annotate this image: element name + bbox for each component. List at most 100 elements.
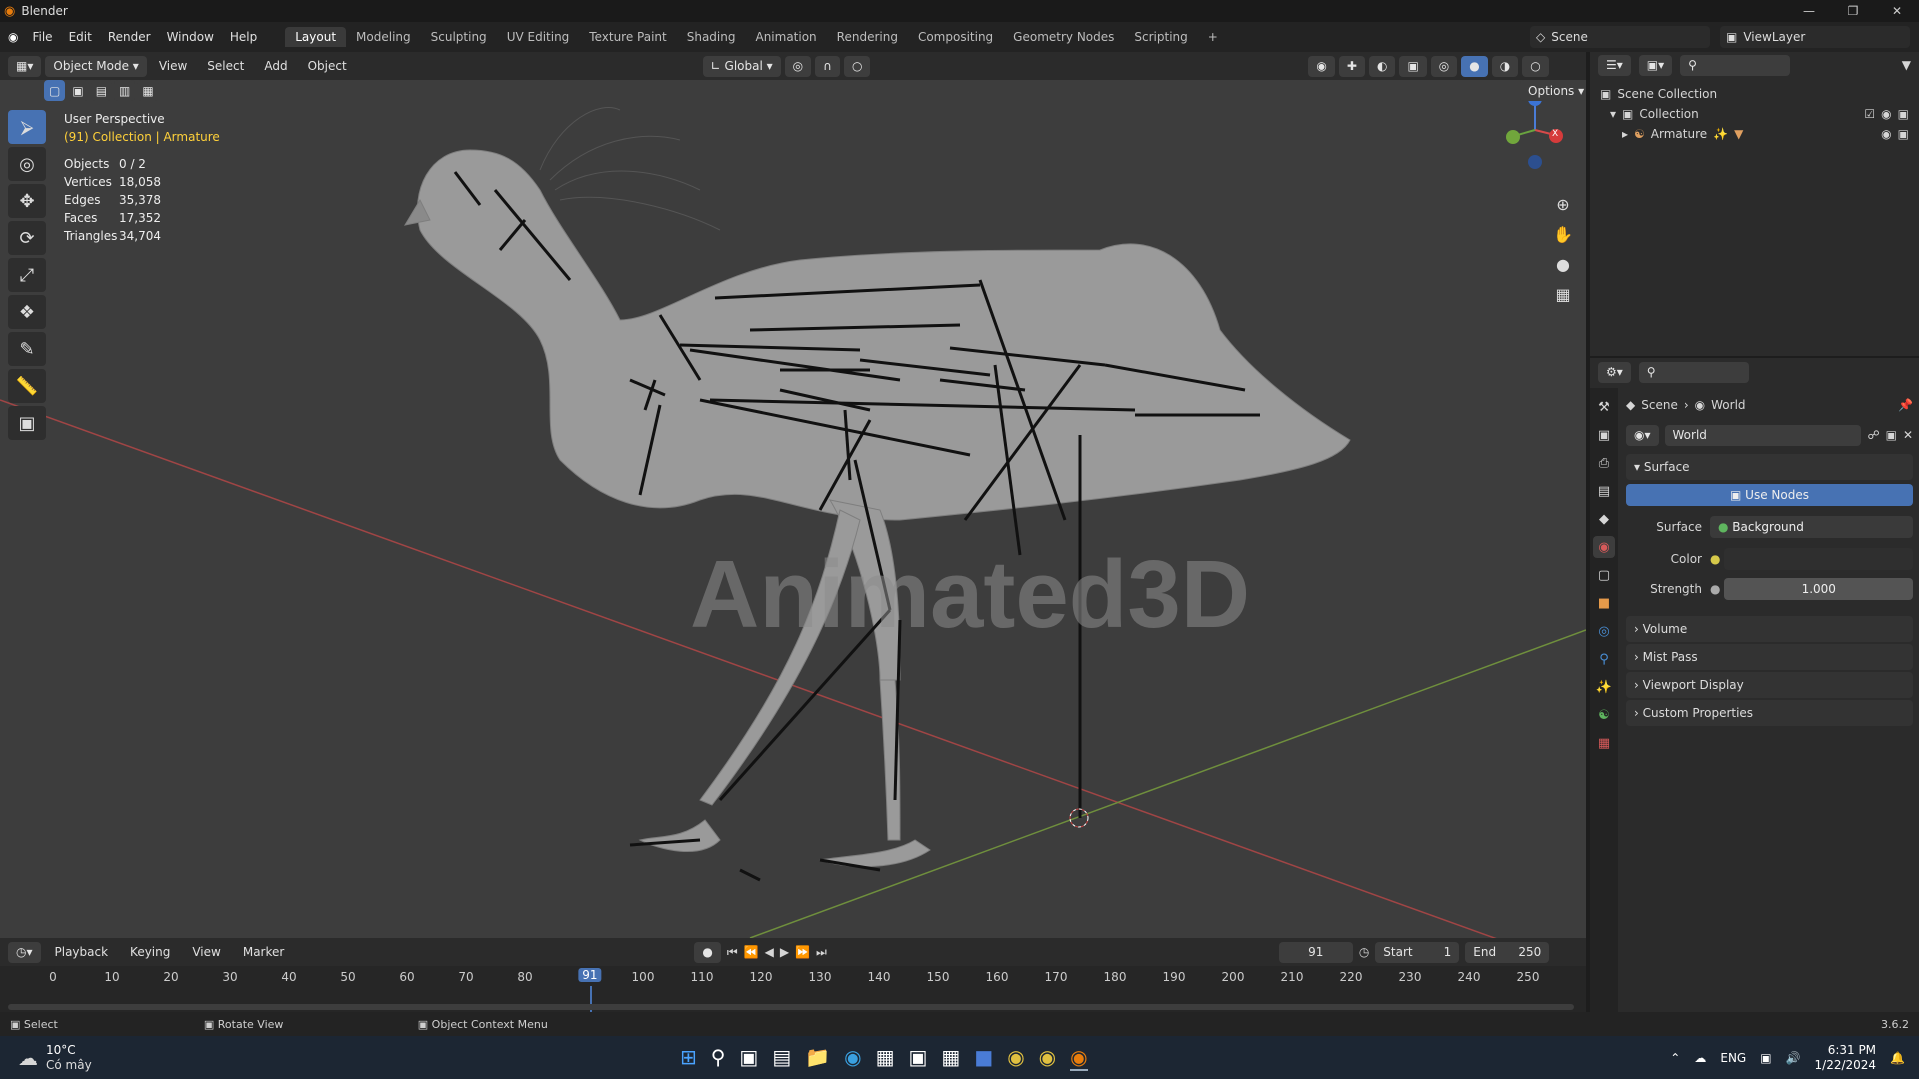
- menu-render[interactable]: Render: [100, 30, 159, 44]
- menu-view[interactable]: View: [151, 59, 195, 73]
- eye-icon[interactable]: ◉: [1881, 104, 1891, 124]
- mode-dropdown[interactable]: Object Mode ▾: [45, 55, 147, 77]
- display-mode-icon[interactable]: ▣▾: [1638, 54, 1673, 76]
- view-layer-tab-icon[interactable]: ▤: [1593, 480, 1615, 502]
- expand-icon[interactable]: ▸: [1622, 124, 1628, 144]
- shading-rendered-icon[interactable]: ○: [1522, 55, 1549, 77]
- clock[interactable]: 6:31 PM 1/22/2024: [1815, 1043, 1877, 1073]
- timeline-editor-icon[interactable]: ◷▾: [8, 941, 41, 963]
- editor-type-button[interactable]: ▦▾: [8, 55, 42, 77]
- tab-modeling[interactable]: Modeling: [346, 27, 421, 47]
- menu-keying[interactable]: Keying: [122, 945, 178, 959]
- next-key-icon[interactable]: ⏩: [795, 945, 810, 959]
- blender-menu-icon[interactable]: ◉: [8, 30, 18, 44]
- navigation-gizmo[interactable]: Z X: [1500, 90, 1570, 170]
- breadcrumb-world[interactable]: World: [1711, 398, 1745, 412]
- volume-icon[interactable]: 🔊: [1786, 1051, 1801, 1065]
- grid-icon[interactable]: ▦: [1549, 280, 1577, 308]
- select-subtract-icon[interactable]: ▤: [90, 80, 113, 101]
- move-tool-icon[interactable]: ✥: [8, 184, 46, 218]
- render-icon[interactable]: ▣: [1898, 124, 1909, 144]
- unlink-icon[interactable]: ✕: [1903, 428, 1913, 442]
- tab-layout[interactable]: Layout: [285, 27, 347, 47]
- menu-object[interactable]: Object: [300, 59, 355, 73]
- tab-scripting[interactable]: Scripting: [1124, 27, 1197, 47]
- end-frame-field[interactable]: End 250: [1465, 941, 1550, 963]
- select-box-icon[interactable]: ▢: [44, 80, 66, 101]
- file-explorer-icon[interactable]: 📁: [805, 1045, 830, 1071]
- tab-texture-paint[interactable]: Texture Paint: [579, 27, 676, 47]
- pin-icon[interactable]: 📌: [1898, 398, 1913, 412]
- minimize-button[interactable]: —: [1787, 0, 1831, 22]
- menu-edit[interactable]: Edit: [61, 30, 100, 44]
- tab-geometry-nodes[interactable]: Geometry Nodes: [1003, 27, 1124, 47]
- timeline-scrollbar[interactable]: [8, 1004, 1574, 1010]
- outliner-editor-icon[interactable]: ☰▾: [1598, 54, 1631, 76]
- breadcrumb-scene[interactable]: Scene: [1641, 398, 1678, 412]
- cursor-tool-icon[interactable]: ◎: [8, 147, 46, 181]
- checkbox-icon[interactable]: ☑: [1864, 104, 1875, 124]
- menu-window[interactable]: Window: [159, 30, 222, 44]
- edge-icon[interactable]: ◉: [844, 1045, 861, 1071]
- zoom-icon[interactable]: ⊕: [1549, 190, 1577, 218]
- eye-icon[interactable]: ◉: [1881, 124, 1891, 144]
- chrome-icon[interactable]: ◉: [1007, 1045, 1024, 1071]
- constraints-tab-icon[interactable]: ⚲: [1593, 648, 1615, 670]
- color-swatch[interactable]: [1724, 548, 1913, 570]
- viewport-display-section[interactable]: › Viewport Display: [1626, 672, 1913, 698]
- shading-material-icon[interactable]: ◑: [1491, 55, 1519, 77]
- outliner-item-collection[interactable]: ▾ ▣ Collection ☑ ◉ ▣: [1600, 104, 1909, 124]
- select-intersect-icon[interactable]: ▦: [137, 80, 159, 101]
- data-tab-icon[interactable]: ✨: [1593, 676, 1615, 698]
- play-icon[interactable]: ▶: [780, 945, 789, 959]
- select-invert-icon[interactable]: ▥: [114, 80, 136, 101]
- rotate-tool-icon[interactable]: ⟳: [8, 221, 46, 255]
- surface-shader-field[interactable]: ● Background: [1710, 516, 1913, 538]
- task-view-icon[interactable]: ▤: [772, 1045, 791, 1071]
- notification-bell-icon[interactable]: 🔔: [1890, 1051, 1905, 1065]
- menu-playback[interactable]: Playback: [47, 945, 117, 959]
- current-frame-marker[interactable]: 91: [578, 968, 602, 982]
- orientation-dropdown[interactable]: ∟ Global ▾: [702, 55, 781, 77]
- menu-add[interactable]: Add: [256, 59, 295, 73]
- expand-icon[interactable]: ▾: [1610, 104, 1616, 124]
- menu-select[interactable]: Select: [199, 59, 252, 73]
- transform-tool-icon[interactable]: ❖: [8, 295, 46, 329]
- custom-properties-section[interactable]: › Custom Properties: [1626, 700, 1913, 726]
- annotate-tool-icon[interactable]: ✎: [8, 332, 46, 366]
- pivot-icon[interactable]: ◎: [784, 55, 812, 77]
- camera-icon[interactable]: ●: [1549, 250, 1577, 278]
- outliner-item-armature[interactable]: ▸ ☯ Armature ✨ ▼ ◉ ▣: [1600, 124, 1909, 144]
- properties-editor-icon[interactable]: ⚙▾: [1598, 361, 1631, 383]
- bone-tab-icon[interactable]: ☯: [1593, 704, 1615, 726]
- menu-help[interactable]: Help: [222, 30, 265, 44]
- start-menu-icon[interactable]: ⊞: [680, 1045, 697, 1071]
- onedrive-icon[interactable]: ☁: [1694, 1051, 1706, 1065]
- tab-sculpting[interactable]: Sculpting: [421, 27, 497, 47]
- clock-icon[interactable]: ◷: [1359, 945, 1369, 959]
- add-workspace-button[interactable]: +: [1198, 27, 1228, 47]
- shading-wireframe-icon[interactable]: ◎: [1430, 55, 1458, 77]
- render-tab-icon[interactable]: ▣: [1593, 424, 1615, 446]
- properties-search-input[interactable]: ⚲: [1638, 361, 1749, 383]
- volume-section[interactable]: › Volume: [1626, 616, 1913, 642]
- world-browse-icon[interactable]: ◉▾: [1626, 424, 1659, 446]
- network-icon[interactable]: ▣: [1760, 1051, 1771, 1065]
- play-reverse-icon[interactable]: ◀: [765, 945, 774, 959]
- view-layer-selector[interactable]: ▣ ViewLayer: [1720, 26, 1910, 48]
- chevron-up-icon[interactable]: ⌃: [1670, 1051, 1680, 1065]
- current-frame-field[interactable]: 91: [1278, 941, 1353, 963]
- blender-taskbar-icon[interactable]: ◉: [1070, 1045, 1088, 1071]
- use-nodes-button[interactable]: ▣ Use Nodes: [1626, 484, 1913, 506]
- 3d-viewport[interactable]: Animated3D Z X ⊕ ✋ ● ▦ Options ▾: [0, 80, 1586, 938]
- menu-marker[interactable]: Marker: [235, 945, 292, 959]
- world-name-field[interactable]: World: [1664, 424, 1862, 446]
- measure-tool-icon[interactable]: 📏: [8, 369, 46, 403]
- scale-tool-icon[interactable]: ⤢: [8, 258, 46, 292]
- outliner-search-input[interactable]: ⚲: [1680, 54, 1791, 76]
- snap-icon[interactable]: ∩: [815, 55, 840, 77]
- start-frame-field[interactable]: Start 1: [1375, 941, 1460, 963]
- pan-hand-icon[interactable]: ✋: [1549, 220, 1577, 248]
- select-extend-icon[interactable]: ▣: [67, 80, 89, 101]
- record-icon[interactable]: ●: [694, 941, 721, 963]
